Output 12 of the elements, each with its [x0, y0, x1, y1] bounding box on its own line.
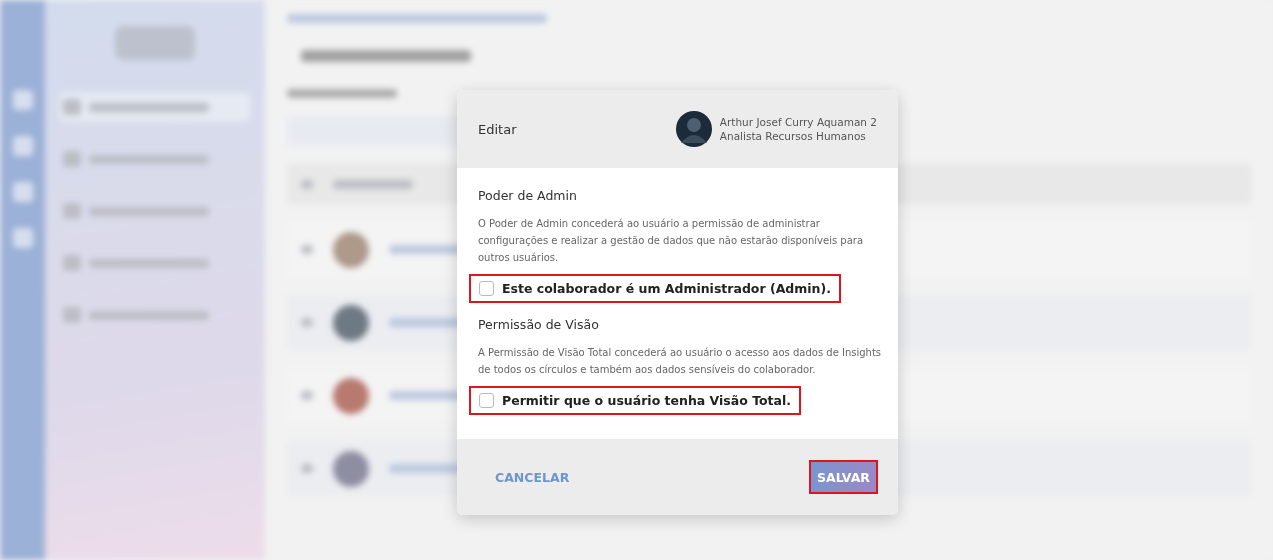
- user-role: Analista Recursos Humanos: [719, 130, 867, 142]
- section-description: O Poder de Admin concederá ao usuário a permissão de administrar configurações e realizar a gestão de dados que não estarão disponíveis para outros usuários.: [478, 217, 865, 265]
- avatar: [675, 111, 712, 147]
- checkbox[interactable]: [479, 393, 494, 408]
- section-description: A Permissão de Visão Total concederá ao usuário o acesso aos dados de Insights de todos os círculos e também aos dados sensíveis do colaborador.: [478, 346, 883, 377]
- section-title: Permissão de Visão: [478, 317, 600, 332]
- dialog-title: Editar: [478, 121, 517, 137]
- user-name: Arthur Josef Curry Aquaman 2: [719, 116, 877, 128]
- checkbox-option[interactable]: Este colaborador é um Administrador (Admin).: [469, 274, 841, 303]
- checkbox-option[interactable]: Permitir que o usuário tenha Visão Total.: [469, 386, 802, 415]
- checkbox[interactable]: [479, 281, 494, 296]
- section-title: Poder de Admin: [478, 188, 578, 203]
